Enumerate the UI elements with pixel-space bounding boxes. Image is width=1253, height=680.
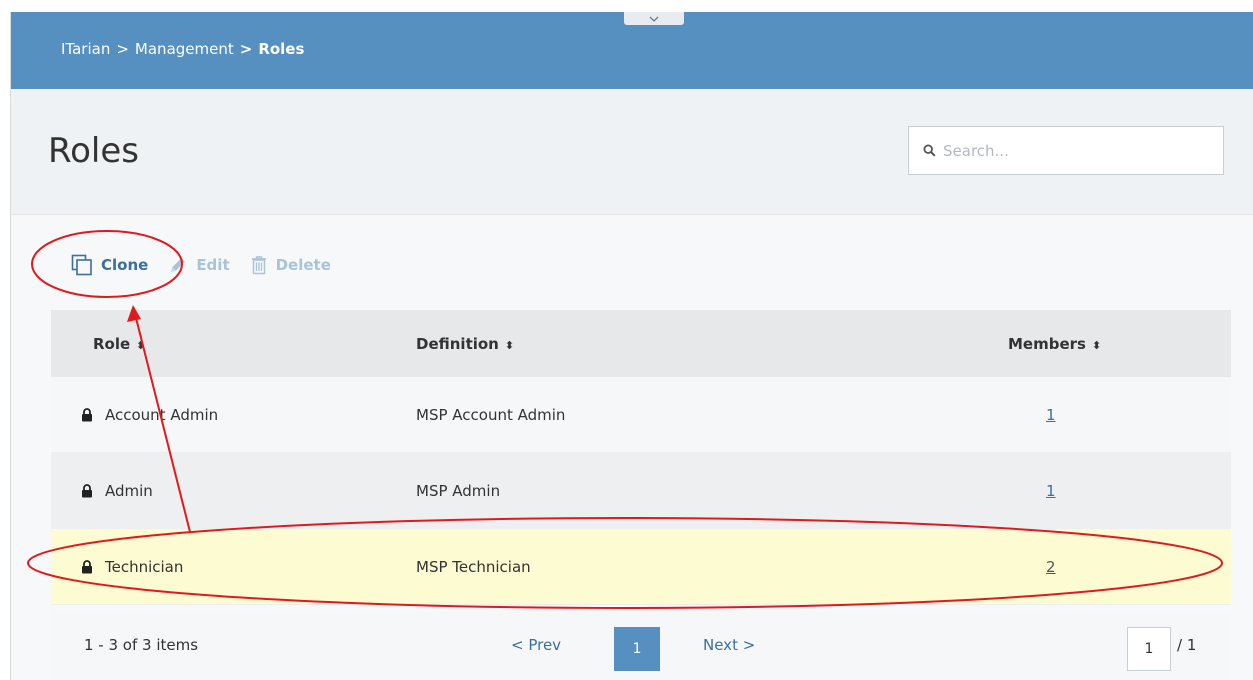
delete-button[interactable]: Delete bbox=[250, 255, 331, 275]
sort-icon: ⬍ bbox=[504, 338, 515, 352]
role-cell: Technician bbox=[51, 558, 416, 576]
role-name: Technician bbox=[105, 557, 184, 576]
clone-label: Clone bbox=[101, 256, 149, 274]
role-cell: Account Admin bbox=[51, 406, 416, 424]
definition-cell: MSP Admin bbox=[416, 481, 501, 500]
page-header: Roles bbox=[11, 89, 1253, 215]
role-name: Admin bbox=[105, 481, 153, 500]
next-page-button[interactable]: Next > bbox=[703, 636, 755, 654]
table-row[interactable]: Account Admin MSP Account Admin 1 bbox=[51, 377, 1231, 453]
clone-icon bbox=[71, 254, 92, 276]
chevron-down-icon bbox=[649, 16, 659, 22]
collapse-toggle[interactable] bbox=[624, 12, 684, 25]
definition-cell: MSP Account Admin bbox=[416, 405, 566, 424]
page-number-button[interactable]: 1 bbox=[614, 627, 660, 671]
edit-label: Edit bbox=[196, 256, 230, 274]
lock-icon bbox=[82, 559, 92, 573]
delete-label: Delete bbox=[275, 256, 331, 274]
column-header-label: Definition bbox=[416, 334, 499, 353]
pagination: 1 - 3 of 3 items < Prev 1 Next > / 1 bbox=[51, 610, 1231, 680]
app-frame: ITarian > Management > Roles Roles Clone Edi… bbox=[10, 12, 1253, 680]
clone-button[interactable]: Clone bbox=[71, 254, 148, 276]
search-icon bbox=[923, 144, 936, 157]
lock-icon bbox=[82, 483, 92, 497]
sort-icon: ⬍ bbox=[136, 338, 146, 352]
pencil-icon bbox=[171, 258, 186, 272]
prev-page-button[interactable]: < Prev bbox=[511, 636, 561, 654]
search-box[interactable] bbox=[908, 126, 1224, 175]
toolbar: Clone Edit Delete bbox=[71, 254, 351, 276]
trash-icon bbox=[251, 256, 266, 275]
sort-icon: ⬍ bbox=[1091, 338, 1102, 352]
pager-summary: 1 - 3 of 3 items bbox=[84, 636, 199, 654]
members-cell: 2 bbox=[976, 558, 1231, 576]
column-header-label: Role bbox=[93, 334, 131, 353]
page-number-input[interactable] bbox=[1127, 627, 1171, 671]
members-link[interactable]: 2 bbox=[1046, 558, 1056, 576]
column-header-role[interactable]: Role ⬍ bbox=[51, 335, 416, 353]
column-header-members[interactable]: Members ⬍ bbox=[976, 335, 1231, 353]
table-header: Role ⬍ Definition ⬍ Members ⬍ bbox=[51, 310, 1231, 377]
members-cell: 1 bbox=[976, 406, 1231, 424]
roles-table: Role ⬍ Definition ⬍ Members ⬍ Account Admin… bbox=[51, 310, 1231, 605]
breadcrumb-item-management[interactable]: Management bbox=[135, 40, 234, 58]
table-row[interactable]: Admin MSP Admin 1 bbox=[51, 453, 1231, 529]
definition-cell: MSP Technician bbox=[416, 557, 531, 576]
lock-icon bbox=[82, 407, 92, 421]
members-link[interactable]: 1 bbox=[1046, 482, 1056, 500]
search-input[interactable] bbox=[943, 141, 1203, 160]
column-header-definition[interactable]: Definition ⬍ bbox=[416, 335, 976, 353]
role-name: Account Admin bbox=[105, 405, 219, 424]
breadcrumb: ITarian > Management > Roles bbox=[61, 40, 304, 58]
breadcrumb-separator: > bbox=[239, 40, 253, 58]
total-pages: / 1 bbox=[1177, 636, 1197, 654]
main-content: Clone Edit Delete Role ⬍ Definition ⬍ Memb… bbox=[11, 216, 1253, 680]
column-header-label: Members bbox=[1008, 334, 1086, 353]
edit-button[interactable]: Edit bbox=[168, 255, 230, 275]
breadcrumb-current: Roles bbox=[258, 40, 305, 58]
members-link[interactable]: 1 bbox=[1046, 406, 1056, 424]
members-cell: 1 bbox=[976, 482, 1231, 500]
breadcrumb-item-itarian[interactable]: ITarian bbox=[61, 40, 110, 58]
top-bar: ITarian > Management > Roles bbox=[11, 12, 1253, 89]
table-row-selected[interactable]: Technician MSP Technician 2 bbox=[51, 529, 1231, 605]
role-cell: Admin bbox=[51, 482, 416, 500]
page-title: Roles bbox=[48, 131, 139, 171]
breadcrumb-separator: > bbox=[116, 40, 129, 58]
